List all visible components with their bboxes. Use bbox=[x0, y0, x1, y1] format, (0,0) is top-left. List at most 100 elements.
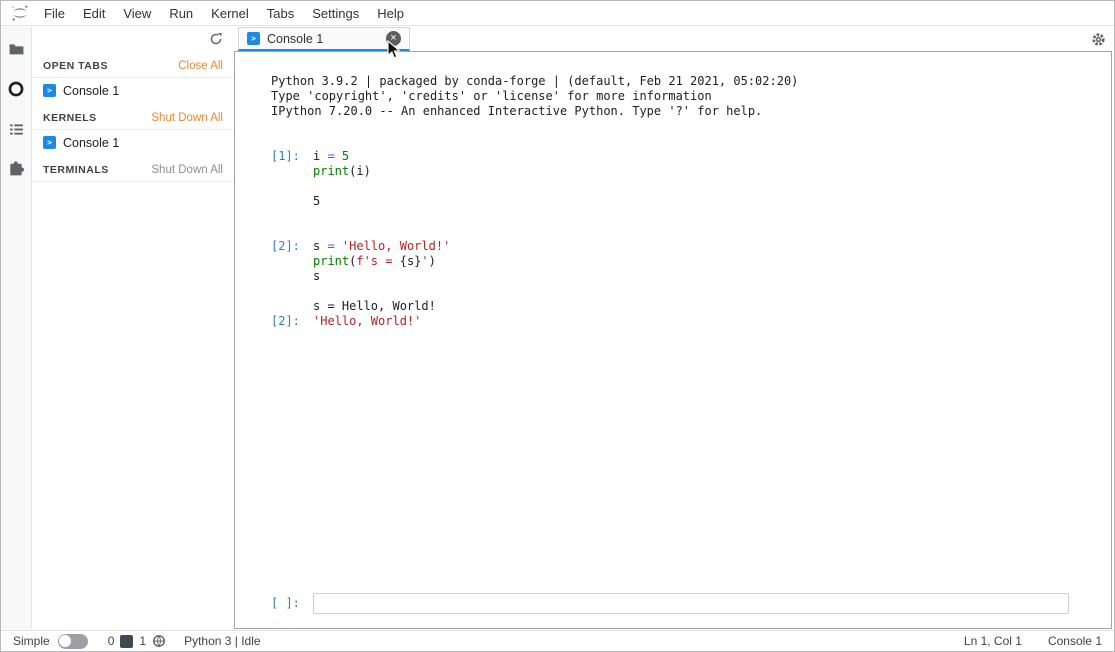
settings-gear-icon[interactable] bbox=[1091, 32, 1106, 47]
kernel-icon bbox=[152, 634, 166, 648]
tab-console-1[interactable]: > Console 1 × bbox=[238, 27, 410, 51]
left-sidebar bbox=[1, 27, 32, 629]
running-section: OPEN TABS Close All > Console 1 bbox=[33, 55, 233, 103]
console-line: print(i) bbox=[271, 164, 1111, 179]
shut-down-all-action[interactable]: Shut Down All bbox=[151, 112, 223, 124]
input-prompt: [1]: bbox=[271, 149, 313, 164]
console-line: 5 bbox=[271, 194, 1111, 209]
code-text: i = 5 bbox=[313, 149, 349, 164]
input-prompt bbox=[271, 284, 313, 299]
menubar-items: FileEditViewRunKernelTabsSettingsHelp bbox=[35, 6, 413, 21]
code-text: s bbox=[313, 269, 320, 284]
menu-item-run[interactable]: Run bbox=[160, 6, 202, 21]
banner-line: IPython 7.20.0 -- An enhanced Interactiv… bbox=[271, 104, 1111, 119]
tab-label: Console 1 bbox=[267, 32, 323, 46]
running-sessions-icon[interactable] bbox=[6, 79, 26, 99]
console-banner: Python 3.9.2 | packaged by conda-forge |… bbox=[271, 74, 1111, 119]
section-header: KERNELS Shut Down All bbox=[33, 107, 233, 130]
console-blank-line bbox=[271, 209, 1111, 224]
running-panel: OPEN TABS Close All > Console 1 KERNELS Shut … bbox=[33, 27, 233, 629]
terminal-icon bbox=[120, 635, 133, 648]
kernel-status[interactable]: Python 3 | Idle bbox=[184, 634, 261, 648]
section-title: TERMINALS bbox=[43, 164, 109, 176]
console-line: [2]:'Hello, World!' bbox=[271, 314, 1111, 329]
console-blank-line bbox=[271, 224, 1111, 239]
console-icon: > bbox=[43, 84, 56, 97]
simple-mode-toggle[interactable] bbox=[58, 634, 88, 649]
console-panel: Python 3.9.2 | packaged by conda-forge |… bbox=[234, 51, 1112, 629]
code-text: print(i) bbox=[313, 164, 371, 179]
console-blank-line bbox=[271, 179, 1111, 194]
console-line: s bbox=[271, 269, 1111, 284]
toggle-knob bbox=[59, 635, 71, 647]
console-input-row: [ ]: bbox=[271, 593, 1069, 614]
console-input[interactable] bbox=[313, 593, 1069, 614]
statusbar-right: Ln 1, Col 1 Console 1 bbox=[964, 634, 1102, 648]
table-of-contents-icon[interactable] bbox=[6, 119, 26, 139]
active-widget-label: Console 1 bbox=[1048, 634, 1102, 648]
menu-item-settings[interactable]: Settings bbox=[303, 6, 368, 21]
menubar: FileEditViewRunKernelTabsSettingsHelp bbox=[1, 1, 1114, 26]
code-text: print(f's = {s}') bbox=[313, 254, 436, 269]
menu-item-view[interactable]: View bbox=[114, 6, 160, 21]
console-line: [1]:i = 5 bbox=[271, 149, 1111, 164]
simple-mode-label: Simple bbox=[13, 634, 50, 648]
input-prompt bbox=[271, 209, 313, 224]
input-prompt bbox=[271, 254, 313, 269]
running-item-label: Console 1 bbox=[63, 136, 119, 150]
menu-item-tabs[interactable]: Tabs bbox=[258, 6, 303, 21]
kernels-count: 1 bbox=[139, 634, 146, 648]
file-browser-icon[interactable] bbox=[6, 39, 26, 59]
banner-line: Python 3.9.2 | packaged by conda-forge |… bbox=[271, 74, 1111, 89]
section-title: OPEN TABS bbox=[43, 60, 108, 72]
section-header: TERMINALS Shut Down All bbox=[33, 159, 233, 182]
running-item-label: Console 1 bbox=[63, 84, 119, 98]
console-line: print(f's = {s}') bbox=[271, 254, 1111, 269]
shut-down-all-action[interactable]: Shut Down All bbox=[151, 164, 223, 176]
running-panel-toolbar bbox=[33, 27, 233, 51]
menu-item-edit[interactable]: Edit bbox=[74, 6, 114, 21]
running-sessions-status[interactable]: 0 1 bbox=[108, 634, 166, 648]
console-icon: > bbox=[247, 32, 260, 45]
jupyterlab-window: FileEditViewRunKernelTabsSettingsHelp OP… bbox=[0, 0, 1115, 652]
input-prompt bbox=[271, 224, 313, 239]
running-section: TERMINALS Shut Down All bbox=[33, 159, 233, 182]
running-item[interactable]: > Console 1 bbox=[33, 78, 233, 103]
running-panel-sections: OPEN TABS Close All > Console 1 KERNELS Shut … bbox=[33, 55, 233, 182]
banner-line: Type 'copyright', 'credits' or 'license'… bbox=[271, 89, 1111, 104]
menu-item-file[interactable]: File bbox=[35, 6, 74, 21]
console-input-prompt: [ ]: bbox=[271, 596, 313, 611]
output-prompt: [2]: bbox=[271, 314, 313, 329]
tab-close-icon[interactable]: × bbox=[386, 31, 401, 46]
code-text: s = 'Hello, World!' bbox=[313, 239, 450, 254]
input-prompt bbox=[271, 194, 313, 209]
section-title: KERNELS bbox=[43, 112, 97, 124]
console-line: s = Hello, World! bbox=[271, 299, 1111, 314]
menu-item-help[interactable]: Help bbox=[368, 6, 413, 21]
running-section: KERNELS Shut Down All > Console 1 bbox=[33, 107, 233, 155]
input-prompt bbox=[271, 269, 313, 284]
refresh-icon[interactable] bbox=[209, 32, 223, 46]
code-text: 'Hello, World!' bbox=[313, 314, 421, 329]
tab-bar: > Console 1 × bbox=[234, 27, 1112, 51]
code-text: s = Hello, World! bbox=[313, 299, 436, 314]
code-text: 5 bbox=[313, 194, 320, 209]
section-header: OPEN TABS Close All bbox=[33, 55, 233, 78]
status-bar: Simple 0 1 Python 3 | Idle Ln 1, Col 1 C… bbox=[1, 630, 1114, 651]
console-icon: > bbox=[43, 136, 56, 149]
menu-item-kernel[interactable]: Kernel bbox=[202, 6, 258, 21]
input-prompt bbox=[271, 179, 313, 194]
main-area: > Console 1 × Python 3.9.2 | packaged by… bbox=[234, 27, 1112, 629]
close-all-action[interactable]: Close All bbox=[178, 60, 223, 72]
extensions-icon[interactable] bbox=[6, 159, 26, 179]
cursor-position[interactable]: Ln 1, Col 1 bbox=[964, 634, 1022, 648]
input-prompt: [2]: bbox=[271, 239, 313, 254]
jupyter-logo-icon bbox=[7, 3, 33, 23]
input-prompt bbox=[271, 164, 313, 179]
console-blank-line bbox=[271, 284, 1111, 299]
console-line: [2]:s = 'Hello, World!' bbox=[271, 239, 1111, 254]
console-rows: [1]:i = 5 print(i) 5 [2]:s = 'Hello, Wor… bbox=[271, 149, 1111, 329]
terminals-count: 0 bbox=[108, 634, 115, 648]
running-item[interactable]: > Console 1 bbox=[33, 130, 233, 155]
input-prompt bbox=[271, 299, 313, 314]
